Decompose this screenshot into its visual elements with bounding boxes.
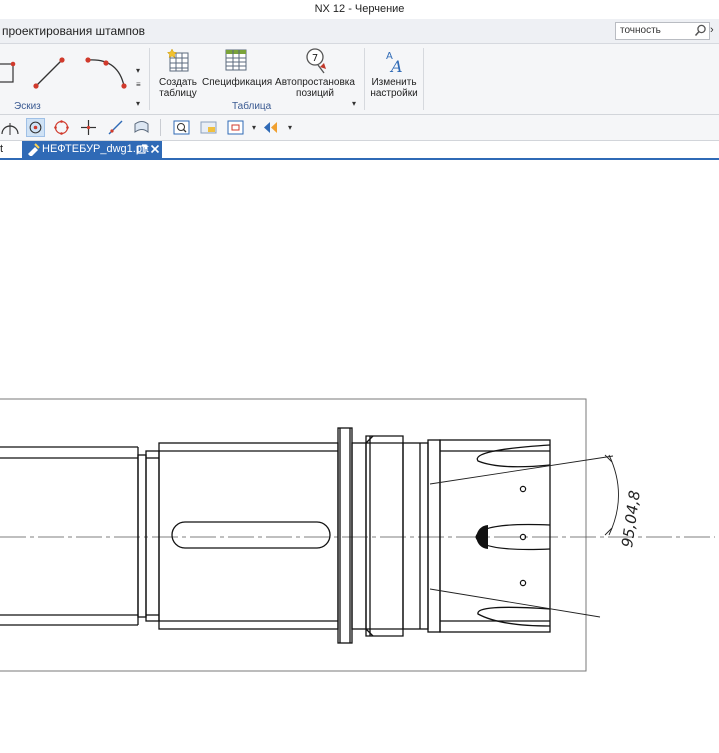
create-table-button[interactable]: Создать таблицу: [156, 47, 200, 99]
view-borders-icon[interactable]: [226, 118, 245, 137]
menu-bar: проектирования штампов точность ›: [0, 19, 719, 44]
snap-center-icon[interactable]: [26, 118, 45, 137]
tab-active-label: НЕФТЕБУР_dwg1.prt: [42, 143, 149, 155]
view-dropdown-icon[interactable]: ▾: [252, 123, 256, 132]
auto-balloon-label: Автопростановка позиций: [275, 77, 355, 99]
sketch-gallery-more-icon[interactable]: ≡: [136, 80, 141, 89]
search-text: точность: [620, 25, 661, 36]
drawing-view: 95,04,8: [0, 398, 715, 672]
auto-balloon-button[interactable]: 7 Автопростановка позиций: [274, 47, 356, 99]
snap-point-on-curve-icon[interactable]: [106, 118, 125, 137]
svg-text:7: 7: [312, 53, 318, 64]
toolbar-separator: [160, 119, 161, 136]
group-separator: [423, 48, 424, 110]
drawing-canvas[interactable]: 95,04,8: [0, 160, 719, 750]
group-separator: [149, 48, 150, 110]
balloon-icon: 7: [306, 48, 326, 74]
display-mode-icon[interactable]: [261, 118, 280, 137]
group-label-table: Таблица: [232, 101, 272, 112]
snap-intersection-icon[interactable]: [79, 118, 98, 137]
dimension-lines: [429, 454, 619, 618]
snap-arc-icon[interactable]: [0, 118, 19, 137]
group-separator: [364, 48, 365, 110]
create-table-icon: [166, 48, 189, 72]
menu-tab-die-design[interactable]: проектирования штампов: [2, 24, 145, 38]
rectangle-icon[interactable]: [0, 50, 24, 92]
tab-active-drawing[interactable]: НЕФТЕБУР_dwg1.prt: [22, 141, 162, 158]
document-tabs: t НЕФТЕБУР_dwg1.prt: [0, 141, 719, 160]
angle-dimension-text[interactable]: 95,04,8: [618, 489, 644, 548]
line-icon[interactable]: [30, 50, 72, 92]
specification-icon: [225, 49, 247, 71]
search-icon[interactable]: [694, 24, 707, 37]
command-search-input[interactable]: точность: [615, 22, 710, 40]
sketch-group-dropdown-icon[interactable]: ▾: [136, 99, 140, 108]
shaft-outline: [0, 427, 551, 644]
text-settings-icon: A A: [386, 51, 403, 75]
specification-label: Спецификация: [202, 77, 273, 88]
change-settings-button[interactable]: A A Изменить настройки: [368, 47, 420, 99]
snap-quadrant-icon[interactable]: [52, 118, 71, 137]
sketch-gallery-down-icon[interactable]: ▾: [136, 66, 140, 75]
window-title: NX 12 - Черчение: [314, 3, 405, 15]
ribbon: ▾ ≡ ▾ Эскиз Создать таблицу Спецификация…: [0, 44, 719, 115]
tab-popout-icon[interactable]: [137, 144, 147, 154]
selection-toolbar: ▾ ▾: [0, 115, 719, 141]
svg-text:A: A: [389, 57, 403, 75]
table-group-dropdown-icon[interactable]: ▾: [352, 99, 356, 108]
window-titlebar: NX 12 - Черчение: [0, 0, 719, 19]
display-dropdown-icon[interactable]: ▾: [288, 123, 292, 132]
view-sheet-icon[interactable]: [199, 118, 218, 137]
specification-button[interactable]: Спецификация: [202, 47, 273, 88]
group-label-sketch: Эскиз: [14, 101, 41, 112]
tab-close-icon[interactable]: [150, 144, 160, 154]
snap-surface-icon[interactable]: [132, 118, 151, 137]
flute-tip: [476, 525, 488, 549]
arc-icon[interactable]: [82, 50, 128, 92]
nozzle-holes: [519, 485, 527, 587]
create-table-label: Создать таблицу: [158, 77, 197, 99]
more-options-button[interactable]: ›: [710, 24, 714, 36]
zoom-fit-icon[interactable]: [172, 118, 191, 137]
tab-previous[interactable]: t: [0, 143, 3, 155]
change-settings-label: Изменить настройки: [370, 77, 418, 99]
drawing-file-icon: [28, 143, 40, 156]
